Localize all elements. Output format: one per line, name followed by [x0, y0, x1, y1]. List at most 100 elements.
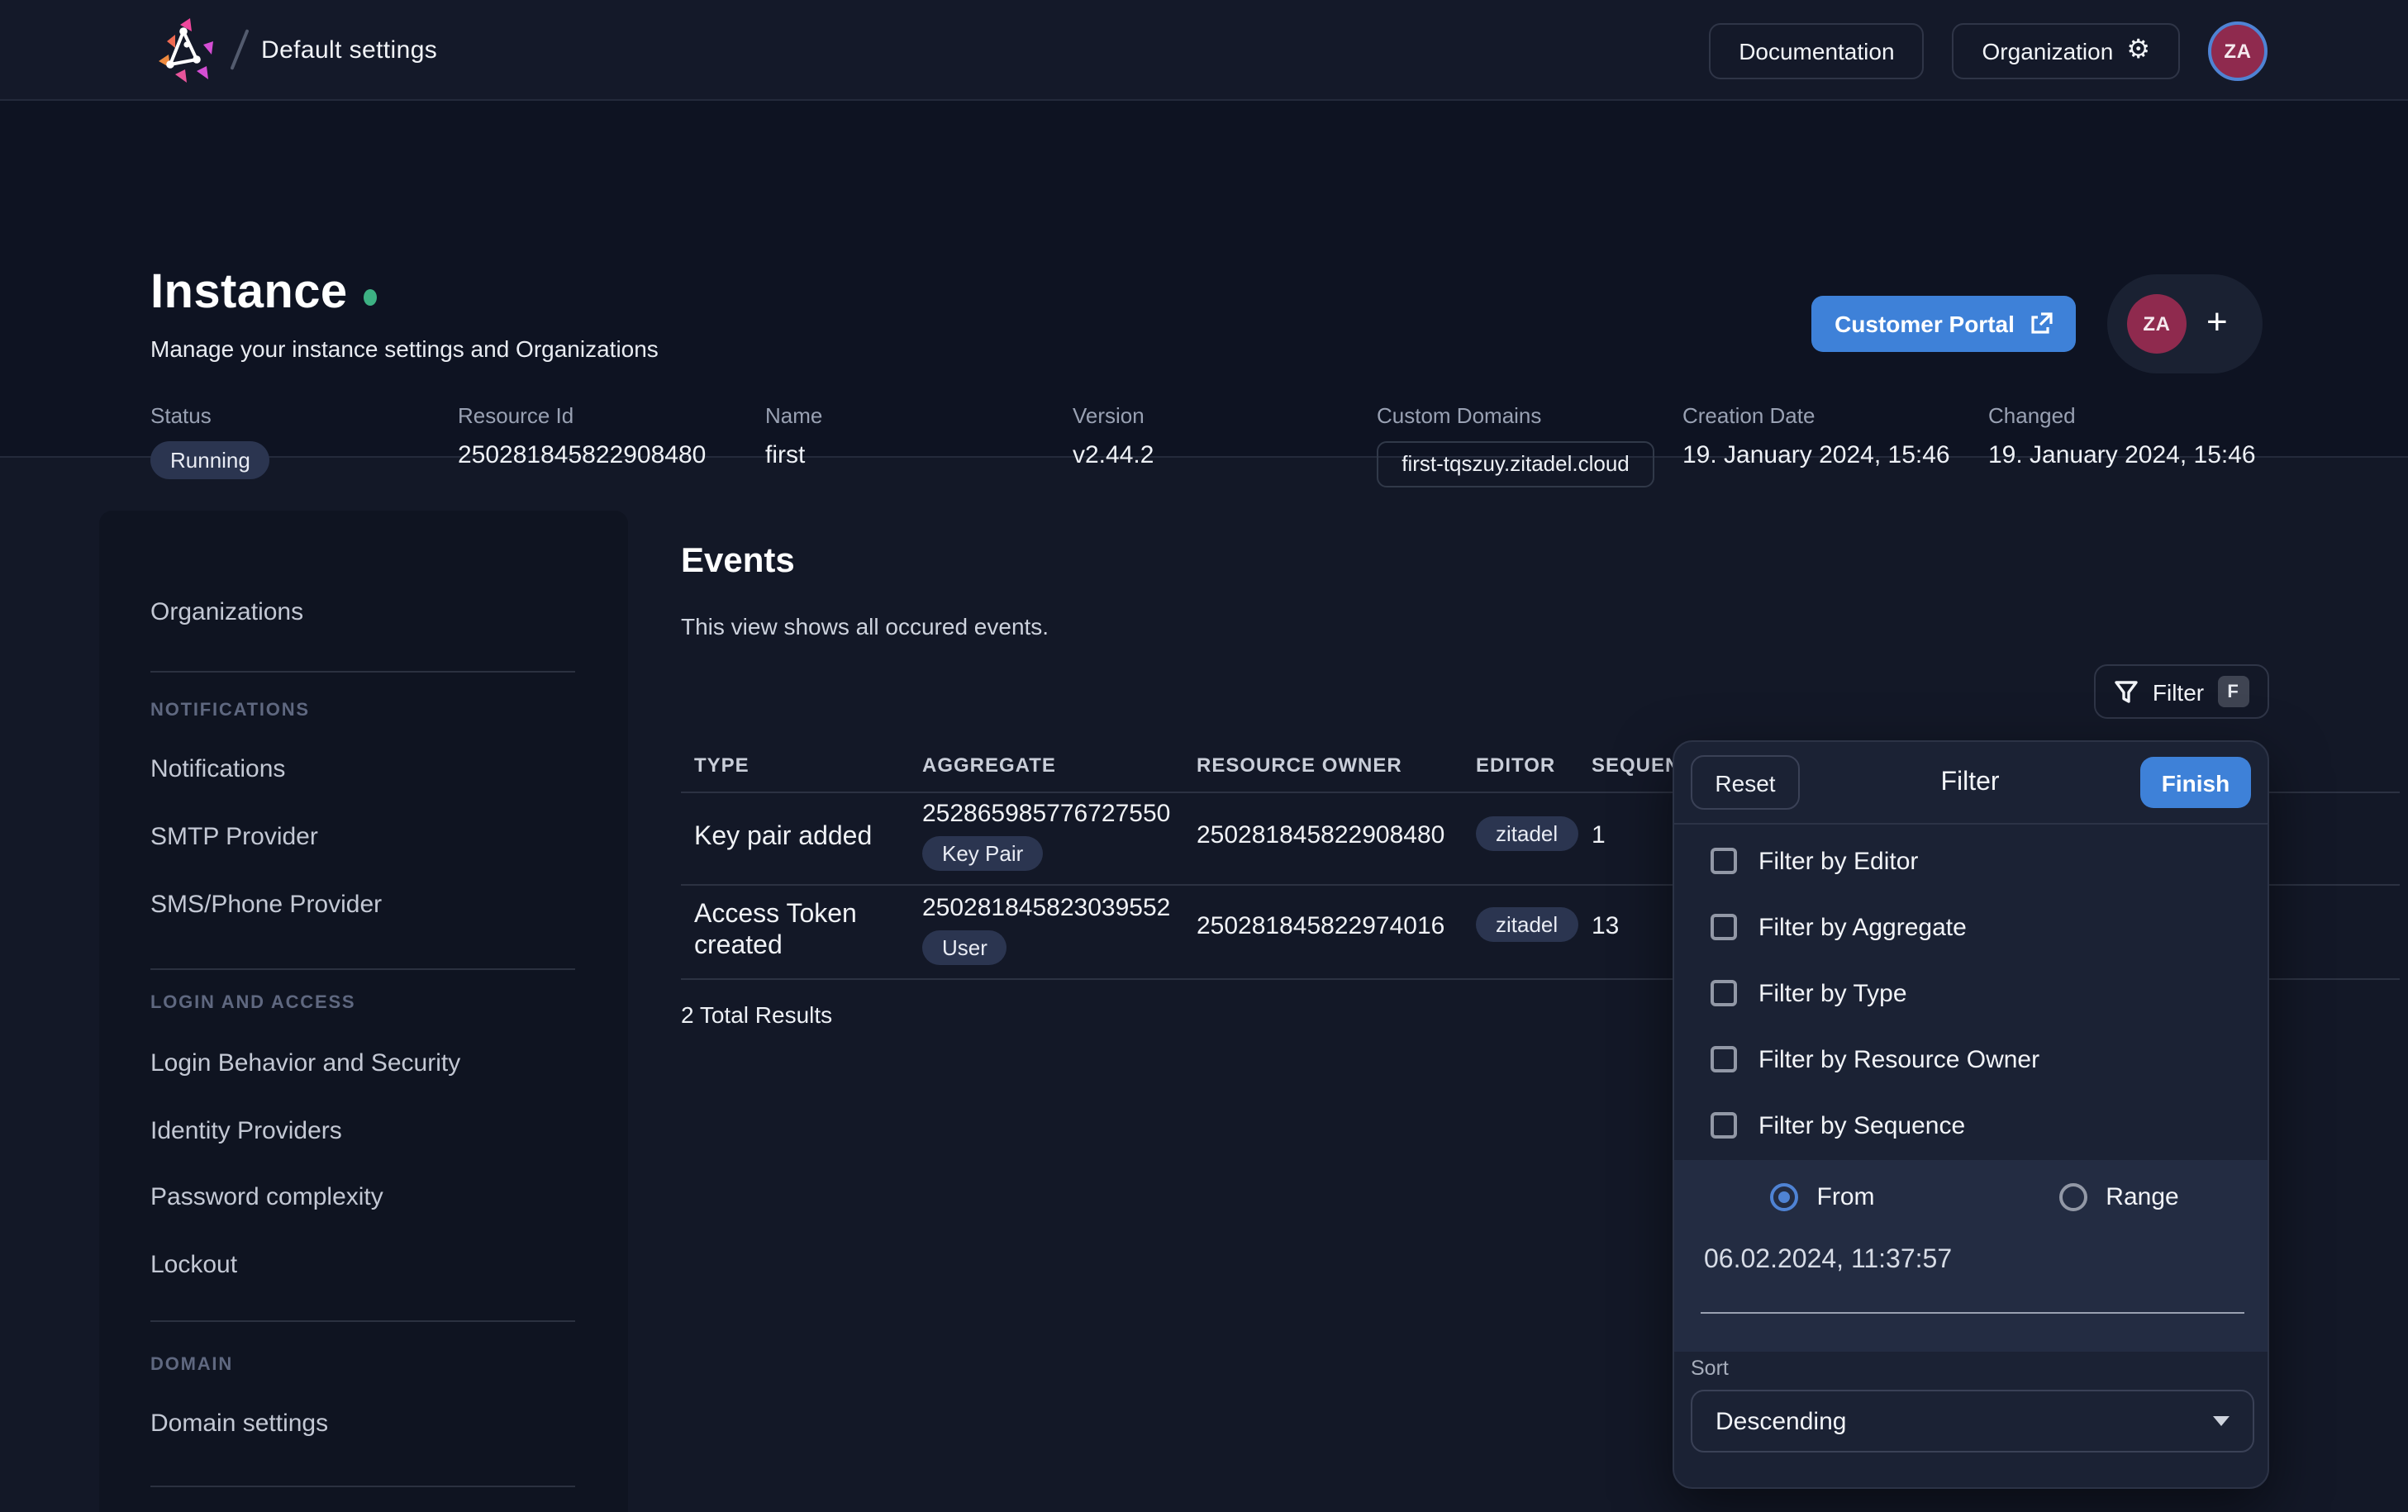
radio-selected-icon[interactable] — [1771, 1182, 1799, 1210]
filter-panel-header: Reset Filter Finish — [1674, 742, 2268, 825]
instance-status-dot-icon — [364, 288, 378, 305]
finish-button[interactable]: Finish — [2140, 757, 2251, 808]
resource-id-label: Resource Id — [458, 403, 706, 428]
sidebar-section-notifications: NOTIFICATIONS — [150, 701, 310, 720]
zitadel-logo-icon[interactable] — [152, 15, 218, 84]
customer-portal-label: Customer Portal — [1835, 311, 2015, 337]
add-member-plus-icon[interactable]: + — [2206, 304, 2228, 340]
top-nav-bar: Default settings Documentation Organizat… — [0, 0, 2408, 101]
page-subtitle: Manage your instance settings and Organi… — [150, 335, 659, 362]
checkbox-icon[interactable] — [1711, 848, 1737, 874]
filter-checkbox-list: Filter by Editor Filter by Aggregate Fil… — [1674, 828, 2268, 1158]
events-title: Events — [681, 542, 795, 582]
col-header-type[interactable]: TYPE — [694, 754, 750, 777]
external-link-icon — [2030, 312, 2053, 335]
col-header-aggregate[interactable]: AGGREGATE — [922, 754, 1056, 777]
funnel-icon — [2115, 679, 2139, 704]
checkbox-icon[interactable] — [1711, 1046, 1737, 1072]
brand-area: Default settings — [152, 15, 437, 84]
aggregate-id: 250281845823039552 — [922, 894, 1170, 922]
changed-value: 19. January 2024, 15:46 — [1988, 441, 2256, 469]
sidebar-section-domain: DOMAIN — [150, 1355, 233, 1375]
total-results: 2 Total Results — [681, 1001, 832, 1028]
organization-button[interactable]: Organization ⚙ — [1953, 23, 2180, 79]
sidebar-item-domain-settings[interactable]: Domain settings — [150, 1410, 328, 1438]
custom-domains-label: Custom Domains — [1377, 403, 1654, 428]
aggregate-type-badge: Key Pair — [922, 836, 1043, 871]
sidebar-item-password-complexity[interactable]: Password complexity — [150, 1183, 383, 1211]
checkbox-label: Filter by Editor — [1758, 847, 1918, 875]
filter-panel: Reset Filter Finish Filter by Editor Fil… — [1673, 740, 2269, 1489]
chevron-down-icon — [2213, 1416, 2230, 1426]
gear-icon: ⚙ — [2126, 38, 2150, 64]
resource-id-value: 250281845822908480 — [458, 441, 706, 469]
radio-unselected-icon[interactable] — [2059, 1182, 2087, 1210]
filter-by-type-option[interactable]: Filter by Type — [1674, 960, 2268, 1026]
instance-members-group[interactable]: ZA + — [2107, 274, 2263, 373]
checkbox-icon[interactable] — [1711, 980, 1737, 1006]
radio-range-option[interactable]: Range — [1971, 1177, 2268, 1216]
version-field: Version v2.44.2 — [1073, 403, 1154, 469]
filter-button[interactable]: Filter F — [2094, 664, 2269, 719]
resource-id-field: Resource Id 250281845822908480 — [458, 403, 706, 469]
sidebar-item-login-behavior[interactable]: Login Behavior and Security — [150, 1049, 460, 1077]
sidebar-divider — [150, 1320, 575, 1322]
sidebar-item-sms-phone-provider[interactable]: SMS/Phone Provider — [150, 891, 382, 919]
sidebar-item-lockout[interactable]: Lockout — [150, 1251, 237, 1279]
col-header-editor[interactable]: EDITOR — [1476, 754, 1555, 777]
member-avatar[interactable]: ZA — [2127, 294, 2187, 354]
sort-select[interactable]: Descending — [1691, 1390, 2254, 1453]
member-avatar-initials: ZA — [2143, 312, 2170, 335]
checkbox-icon[interactable] — [1711, 1112, 1737, 1139]
filter-by-editor-option[interactable]: Filter by Editor — [1674, 828, 2268, 894]
top-nav-actions: Documentation Organization ⚙ ZA — [1709, 21, 2268, 81]
sidebar-item-organizations[interactable]: Organizations — [150, 598, 303, 626]
filter-panel-title: Filter — [1940, 768, 1999, 797]
user-avatar[interactable]: ZA — [2208, 21, 2268, 81]
checkbox-label: Filter by Resource Owner — [1758, 1045, 2039, 1073]
radio-from-label: From — [1817, 1182, 1875, 1210]
sidebar-divider — [150, 968, 575, 970]
event-type: Key pair added — [694, 821, 872, 853]
customer-portal-button[interactable]: Customer Portal — [1811, 296, 2076, 352]
editor-badge: zitadel — [1476, 907, 1578, 942]
datetime-input-underline — [1701, 1312, 2244, 1314]
status-field: Status Running — [150, 403, 270, 479]
radio-from-option[interactable]: From — [1674, 1177, 1971, 1216]
user-avatar-initials: ZA — [2224, 40, 2251, 63]
sidebar-divider — [150, 1486, 575, 1487]
app-window: Default settings Documentation Organizat… — [0, 0, 2408, 1512]
col-header-resource-owner[interactable]: RESOURCE OWNER — [1197, 754, 1402, 777]
events-description: This view shows all occured events. — [681, 613, 1049, 640]
range-mode-radio-group: From Range — [1674, 1177, 2268, 1216]
sidebar-item-smtp-provider[interactable]: SMTP Provider — [150, 823, 318, 851]
event-type: Access Token created — [694, 899, 901, 962]
editor-badge: zitadel — [1476, 816, 1578, 851]
reset-button[interactable]: Reset — [1691, 755, 1800, 810]
filter-by-aggregate-option[interactable]: Filter by Aggregate — [1674, 894, 2268, 960]
filter-by-sequence-option[interactable]: Filter by Sequence — [1674, 1092, 2268, 1158]
status-badge: Running — [150, 441, 270, 479]
documentation-button[interactable]: Documentation — [1709, 23, 1924, 79]
status-label: Status — [150, 403, 270, 428]
sort-label: Sort — [1691, 1357, 2254, 1380]
sidebar-item-identity-providers[interactable]: Identity Providers — [150, 1117, 342, 1145]
filter-by-resource-owner-option[interactable]: Filter by Resource Owner — [1674, 1026, 2268, 1092]
documentation-button-label: Documentation — [1739, 38, 1894, 64]
creation-date-value: 19. January 2024, 15:46 — [1682, 441, 1950, 469]
sequence-value: 13 — [1592, 912, 1619, 940]
checkbox-label: Filter by Aggregate — [1758, 913, 1967, 941]
checkbox-icon[interactable] — [1711, 914, 1737, 940]
checkbox-label: Filter by Type — [1758, 979, 1907, 1007]
sequence-value: 1 — [1592, 821, 1606, 849]
sort-section: Sort Descending — [1691, 1357, 2254, 1453]
breadcrumb[interactable]: Default settings — [261, 36, 437, 64]
creation-date-field: Creation Date 19. January 2024, 15:46 — [1682, 403, 1950, 469]
organization-button-label: Organization — [1982, 38, 2114, 64]
datetime-input[interactable]: 06.02.2024, 11:37:57 — [1704, 1246, 1952, 1276]
custom-domain-chip[interactable]: first-tqszuy.zitadel.cloud — [1377, 441, 1654, 487]
sidebar-item-notifications[interactable]: Notifications — [150, 755, 285, 783]
aggregate-id: 252865985776727550 — [922, 800, 1170, 828]
radio-range-label: Range — [2106, 1182, 2178, 1210]
page-title: Instance — [150, 266, 348, 321]
